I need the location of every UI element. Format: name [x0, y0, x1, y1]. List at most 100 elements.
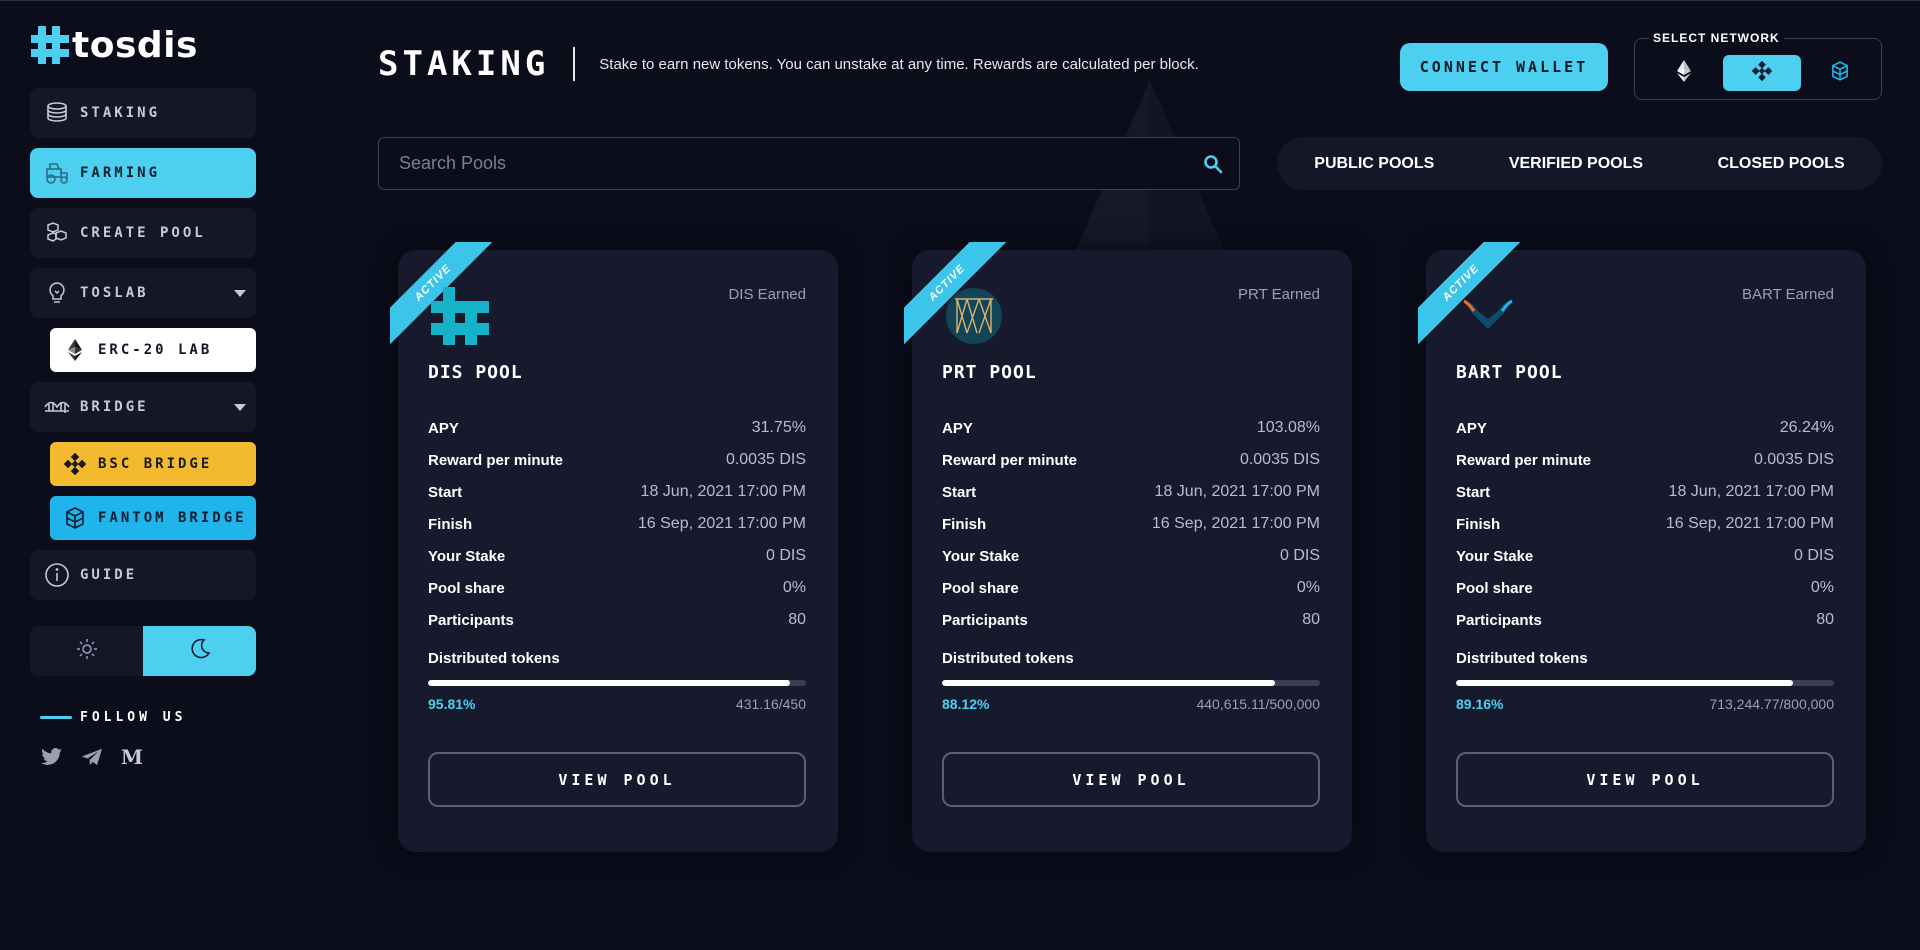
distribution-percent: 95.81%	[428, 696, 476, 712]
stat-value: 16 Sep, 2021 17:00 PM	[1151, 515, 1320, 532]
telegram-icon[interactable]	[80, 745, 104, 769]
view-pool-button[interactable]: VIEW POOL	[1456, 752, 1834, 807]
stat-value: 16 Sep, 2021 17:00 PM	[637, 515, 806, 532]
stat-value: 18 Jun, 2021 17:00 PM	[640, 483, 806, 500]
distributed-tokens-label: Distributed tokens	[942, 650, 1074, 667]
pool-stats: APY 103.08% Reward per minute 0.0035 DIS S…	[942, 412, 1320, 636]
filter-verified-pools[interactable]: VERIFIED POOLS	[1509, 155, 1643, 173]
twitter-icon[interactable]	[40, 745, 64, 769]
title-divider	[573, 47, 576, 81]
progress-fill	[428, 680, 791, 686]
stat-participants: Participants 80	[428, 604, 806, 636]
pool-card-bart: ACTIVE BART Earned BART POOL APY 26.24% R…	[1418, 242, 1866, 852]
stat-value: 16 Sep, 2021 17:00 PM	[1665, 515, 1834, 532]
network-bsc-button[interactable]	[1723, 55, 1801, 91]
pool-name: BART POOL	[1456, 362, 1563, 383]
stat-label: Start	[428, 483, 463, 501]
stat-reward: Reward per minute 0.0035 DIS	[1456, 444, 1834, 476]
light-theme-button[interactable]	[30, 626, 143, 676]
stat-value: 0%	[1296, 579, 1320, 596]
stat-value: 103.08%	[1256, 419, 1320, 436]
stat-label: APY	[942, 419, 973, 437]
filter-closed-pools[interactable]: CLOSED POOLS	[1718, 155, 1845, 173]
distributed-tokens-label: Distributed tokens	[428, 650, 560, 667]
tosdis-hash-icon	[31, 26, 69, 64]
moon-icon	[189, 638, 211, 665]
stat-value: 0.0035 DIS	[1239, 451, 1320, 468]
stat-label: Pool share	[1456, 579, 1533, 597]
ethereum-icon	[64, 339, 86, 361]
stat-label: APY	[428, 419, 459, 437]
sidebar-item-bridge[interactable]: BRIDGE	[30, 382, 256, 432]
stat-reward: Reward per minute 0.0035 DIS	[942, 444, 1320, 476]
stat-participants: Participants 80	[942, 604, 1320, 636]
pool-card-prt: ACTIVE PRT Earned PRT POOL APY 103.08% Re…	[904, 242, 1352, 852]
bart-logo-icon	[1456, 284, 1520, 348]
stat-pool-share: Pool share 0%	[1456, 572, 1834, 604]
view-pool-button[interactable]: VIEW POOL	[942, 752, 1320, 807]
stat-start: Start 18 Jun, 2021 17:00 PM	[942, 476, 1320, 508]
stat-label: Finish	[1456, 515, 1501, 533]
search-box	[378, 137, 1240, 190]
stat-label: Pool share	[942, 579, 1019, 597]
sidebar-item-staking[interactable]: STAKING	[30, 88, 256, 138]
search-icon[interactable]	[1203, 154, 1223, 174]
connect-wallet-button[interactable]: CONNECT WALLET	[1400, 43, 1608, 91]
dark-theme-button[interactable]	[143, 626, 256, 676]
sidebar-subitem-label: BSC BRIDGE	[98, 456, 213, 472]
progress-fill	[1456, 680, 1794, 686]
stat-label: Participants	[428, 611, 514, 629]
pool-stats: APY 31.75% Reward per minute 0.0035 DIS St…	[428, 412, 806, 636]
stat-label: Reward per minute	[428, 451, 564, 469]
network-ethereum-button[interactable]	[1645, 55, 1723, 91]
sidebar-item-create-pool[interactable]: CREATE POOL	[30, 208, 256, 258]
view-pool-button[interactable]: VIEW POOL	[428, 752, 806, 807]
stat-value: 18 Jun, 2021 17:00 PM	[1154, 483, 1320, 500]
distribution-amount: 440,615.11/500,000	[1196, 696, 1320, 712]
sidebar-item-farming[interactable]: FARMING	[30, 148, 256, 198]
stat-value: 80	[788, 611, 806, 628]
distribution-progress-bar	[942, 680, 1320, 686]
sidebar-subitem-erc20-lab[interactable]: ERC-20 LAB	[50, 328, 256, 372]
pool-name: DIS POOL	[428, 362, 523, 383]
sidebar-subitem-fantom-bridge[interactable]: FANTOM BRIDGE	[50, 496, 256, 540]
distributed-tokens-label: Distributed tokens	[1456, 650, 1588, 667]
stat-label: APY	[1456, 419, 1487, 437]
filter-public-pools[interactable]: PUBLIC POOLS	[1314, 155, 1434, 173]
progress-fill	[942, 680, 1276, 686]
tractor-icon	[44, 160, 70, 186]
stat-start: Start 18 Jun, 2021 17:00 PM	[1456, 476, 1834, 508]
info-icon	[44, 562, 70, 588]
follow-us-label: FOLLOW US	[80, 710, 187, 725]
sidebar-item-toslab[interactable]: TOSLAB	[30, 268, 256, 318]
page-title: STAKING	[378, 44, 550, 84]
stat-label: Start	[942, 483, 977, 501]
stat-value: 0.0035 DIS	[725, 451, 806, 468]
page-header: STAKING Stake to earn new tokens. You ca…	[378, 44, 1199, 84]
follow-dash	[40, 716, 72, 719]
stat-label: Start	[1456, 483, 1491, 501]
cubes-icon	[44, 220, 70, 246]
stat-apy: APY 26.24%	[1456, 412, 1834, 444]
distribution-amount: 431.16/450	[735, 696, 806, 712]
stat-label: Reward per minute	[1456, 451, 1592, 469]
stat-value: 0.0035 DIS	[1753, 451, 1834, 468]
stat-label: Finish	[942, 515, 987, 533]
stat-label: Your Stake	[1456, 547, 1534, 565]
sidebar-subitem-bsc-bridge[interactable]: BSC BRIDGE	[50, 442, 256, 486]
app-logo[interactable]: tosdis	[30, 22, 256, 68]
distribution-percent: 88.12%	[942, 696, 990, 712]
stat-your-stake: Your Stake 0 DIS	[428, 540, 806, 572]
pool-card-dis: ACTIVE DIS Earned DIS POOL APY 31.75% Rew…	[390, 242, 838, 852]
sidebar-item-guide[interactable]: GUIDE	[30, 550, 256, 600]
medium-icon[interactable]: M	[120, 745, 144, 769]
search-input[interactable]	[399, 153, 1203, 174]
distribution-progress-bar	[428, 680, 806, 686]
fantom-icon	[64, 507, 86, 529]
network-selector-label: SELECT NETWORK	[1649, 31, 1784, 45]
sidebar-subitem-label: ERC-20 LAB	[98, 342, 213, 358]
network-fantom-button[interactable]	[1801, 55, 1879, 91]
binance-icon	[1751, 60, 1773, 86]
stat-pool-share: Pool share 0%	[428, 572, 806, 604]
stat-label: Pool share	[428, 579, 505, 597]
